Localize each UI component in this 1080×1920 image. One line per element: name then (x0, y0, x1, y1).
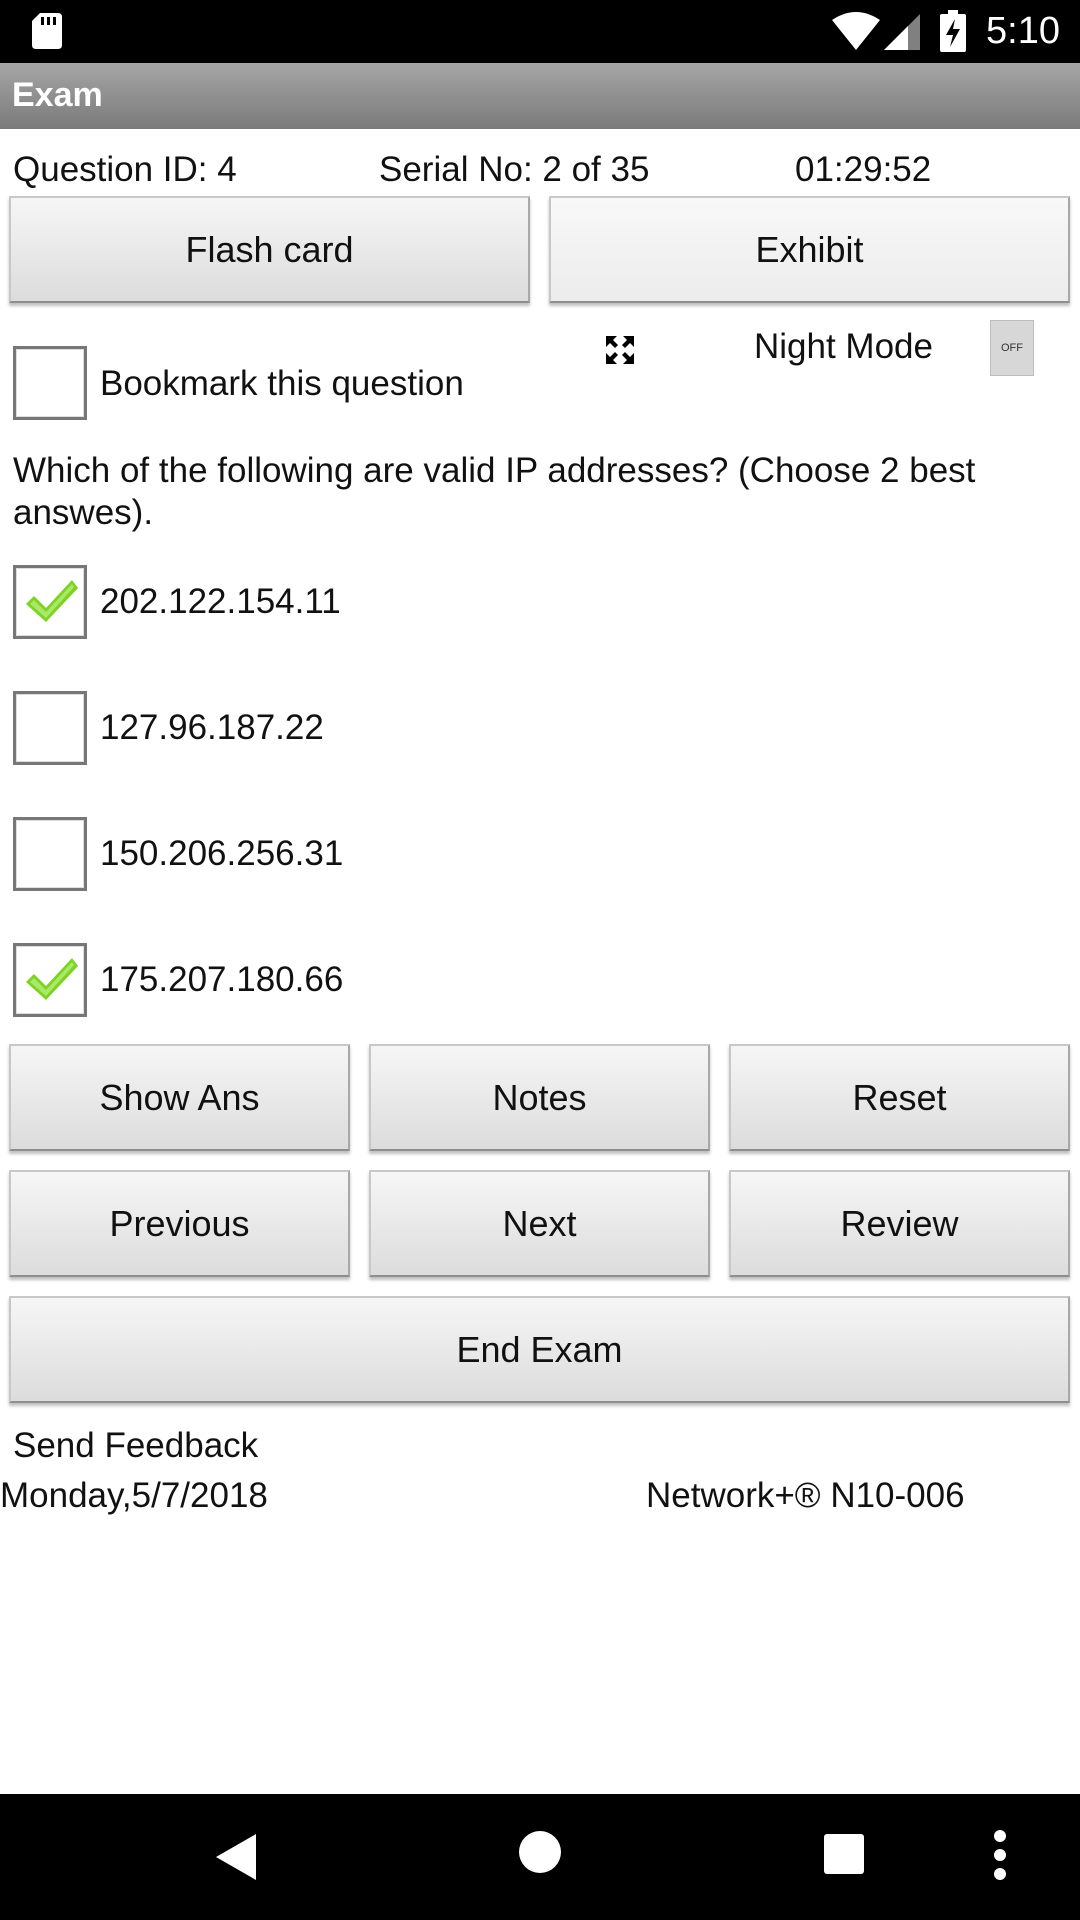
signal-icon (884, 14, 920, 55)
wifi-icon (832, 12, 880, 55)
sd-card-icon (32, 13, 62, 54)
option-checkbox-2[interactable] (13, 691, 87, 765)
option-label-1[interactable]: 202.122.154.11 (100, 582, 341, 622)
current-date: Monday,5/7/2018 (0, 1476, 268, 1515)
exam-name: Network+® N10-006 (646, 1476, 965, 1515)
end-exam-button[interactable]: End Exam (9, 1296, 1070, 1403)
exhibit-button[interactable]: Exhibit (549, 196, 1070, 303)
more-options-icon[interactable] (993, 1830, 1007, 1885)
bookmark-checkbox[interactable] (13, 346, 87, 420)
reset-button[interactable]: Reset (729, 1044, 1070, 1151)
status-bar: 5:10 (0, 0, 1080, 63)
option-label-3[interactable]: 150.206.256.31 (100, 834, 343, 874)
page-title: Exam (12, 76, 103, 114)
notes-button[interactable]: Notes (369, 1044, 710, 1151)
checkmark-icon (26, 958, 78, 1000)
night-mode-toggle[interactable]: OFF (990, 320, 1034, 376)
review-button[interactable]: Review (729, 1170, 1070, 1277)
previous-button[interactable]: Previous (9, 1170, 350, 1277)
serial-number: Serial No: 2 of 35 (379, 150, 650, 189)
navigation-bar (0, 1794, 1080, 1920)
question-id: Question ID: 4 (13, 150, 237, 189)
exam-timer: 01:29:52 (795, 150, 932, 189)
night-mode-label: Night Mode (754, 327, 933, 366)
show-answer-button[interactable]: Show Ans (9, 1044, 350, 1151)
option-checkbox-3[interactable] (13, 817, 87, 891)
bookmark-label: Bookmark this question (100, 364, 464, 403)
option-label-2[interactable]: 127.96.187.22 (100, 708, 324, 748)
next-button[interactable]: Next (369, 1170, 710, 1277)
fullscreen-icon[interactable] (606, 336, 634, 369)
send-feedback-link[interactable]: Send Feedback (13, 1426, 258, 1466)
back-icon[interactable] (216, 1834, 256, 1885)
recents-icon[interactable] (824, 1834, 864, 1879)
question-text: Which of the following are valid IP addr… (13, 451, 976, 532)
checkmark-icon (26, 580, 78, 622)
status-clock: 5:10 (986, 10, 1060, 52)
title-bar: Exam (0, 63, 1080, 129)
home-icon[interactable] (518, 1830, 562, 1879)
battery-charging-icon (940, 10, 966, 57)
option-label-4[interactable]: 175.207.180.66 (100, 960, 343, 1000)
flash-card-button[interactable]: Flash card (9, 196, 530, 303)
option-checkbox-4[interactable] (13, 943, 87, 1017)
option-checkbox-1[interactable] (13, 565, 87, 639)
